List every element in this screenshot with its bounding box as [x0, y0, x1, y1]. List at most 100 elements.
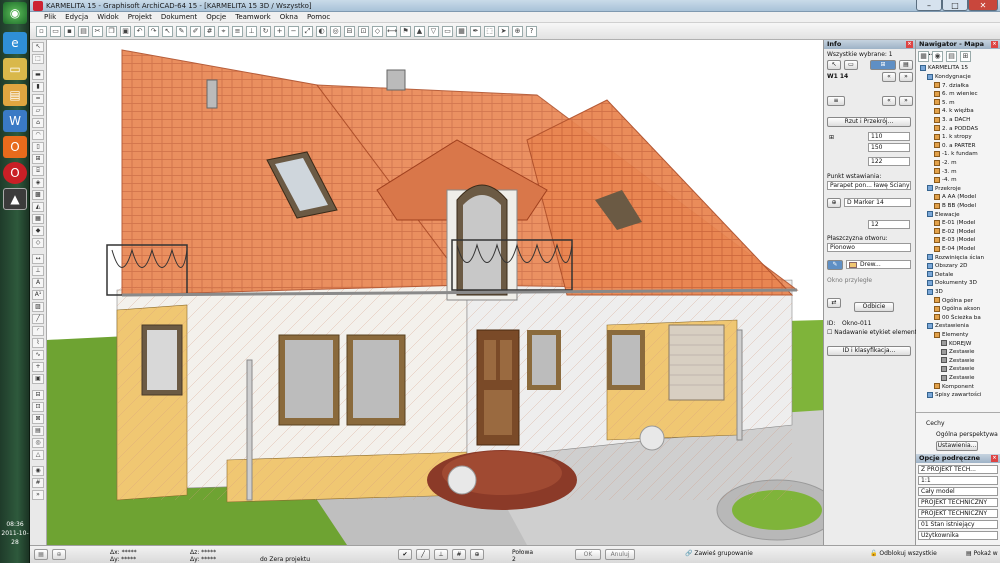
marker-number-field[interactable]: 12: [868, 220, 910, 229]
tree-item[interactable]: Detale: [927, 271, 953, 279]
ie-icon[interactable]: e: [3, 32, 27, 54]
tree-item[interactable]: Elewacje: [927, 211, 960, 219]
id-value[interactable]: Okno-011: [842, 320, 871, 327]
snap-zoom-icon[interactable]: ⊕: [470, 549, 484, 560]
selection-box-icon[interactable]: ▭: [844, 60, 858, 70]
tree-item[interactable]: 5. m: [934, 99, 955, 107]
tree-item[interactable]: 0. a PARTER: [934, 142, 975, 150]
tree-item[interactable]: Ogólna akson: [934, 305, 980, 313]
morph-tool-icon[interactable]: ◆: [32, 226, 44, 236]
ok-button[interactable]: OK: [575, 549, 601, 560]
tree-item[interactable]: Zestawienia: [927, 322, 969, 330]
polyline-tool-icon[interactable]: ⌇: [32, 338, 44, 348]
pen-set-icon[interactable]: ✒: [470, 25, 481, 37]
width-field[interactable]: 110: [868, 132, 910, 141]
tree-item[interactable]: Rozwinięcia ścian: [927, 254, 984, 262]
mirror-icon[interactable]: ⇄: [827, 298, 841, 308]
tree-item[interactable]: A AA (Model: [934, 193, 976, 201]
tree-item[interactable]: E-01 (Model: [934, 219, 975, 227]
guide-icon[interactable]: ⊥: [246, 25, 257, 37]
open-icon[interactable]: ▭: [50, 25, 61, 37]
minimize-button[interactable]: –: [916, 0, 942, 11]
tree-item[interactable]: B BB (Model: [934, 202, 976, 210]
tree-item[interactable]: KOREJW: [941, 340, 971, 348]
tree-item[interactable]: 2. a PODDAS: [934, 125, 978, 133]
publisher-row[interactable]: 01 Stan istniejący: [918, 520, 998, 529]
interior-elev-tool-icon[interactable]: ⊠: [32, 414, 44, 424]
tree-project[interactable]: KARMELITA 15: [920, 64, 968, 72]
navigator-header[interactable]: Nawigator - Mapa pr... ×: [916, 40, 1000, 57]
tree-item[interactable]: -1. k fundam: [934, 150, 978, 158]
snap-grid-icon[interactable]: #: [452, 549, 466, 560]
tree-item[interactable]: -3. m: [934, 168, 957, 176]
new-icon[interactable]: ▫: [36, 25, 47, 37]
3d-viewport[interactable]: [47, 40, 824, 545]
beam-tool-icon[interactable]: ═: [32, 94, 44, 104]
curtain-wall-tool-icon[interactable]: ▦: [32, 214, 44, 224]
level-dim-tool-icon[interactable]: ⊥: [32, 266, 44, 276]
outlook-icon[interactable]: O: [3, 136, 27, 158]
suspend-group-button[interactable]: 🔗 Zawieś grupowanie: [685, 550, 753, 557]
layout-book-icon[interactable]: ▤: [946, 51, 957, 62]
worksheet-tool-icon[interactable]: ▤: [32, 426, 44, 436]
archicad-task-icon[interactable]: ▲: [3, 188, 27, 210]
settings-icon[interactable]: ▤: [899, 60, 913, 70]
menu-okna[interactable]: Okna: [280, 13, 298, 21]
snap-guide-icon[interactable]: ⊥: [434, 549, 448, 560]
publisher-header[interactable]: Opcje podręczne ×: [916, 454, 1000, 463]
layer-icon[interactable]: ≡: [827, 96, 845, 106]
undo-icon[interactable]: ↶: [134, 25, 145, 37]
palette-icon[interactable]: ▦: [456, 25, 467, 37]
pointer-icon[interactable]: ↖: [162, 25, 173, 37]
window-tool-icon[interactable]: ⊞: [32, 154, 44, 164]
paste-icon[interactable]: ▣: [120, 25, 131, 37]
id-classification-button[interactable]: ID i klasyfikacja...: [827, 346, 911, 356]
tree-item[interactable]: Obszary 2D: [927, 262, 968, 270]
menu-dokument[interactable]: Dokument: [161, 13, 197, 21]
figure-tool-icon[interactable]: ▣: [32, 374, 44, 384]
surface-icon[interactable]: ✎: [827, 260, 843, 270]
filter-icon[interactable]: ▽: [428, 25, 439, 37]
explorer-icon[interactable]: ▭: [3, 58, 27, 80]
marker-icon[interactable]: ⊕: [827, 198, 841, 208]
change-tool-icon[interactable]: △: [32, 450, 44, 460]
camera-tool-icon[interactable]: ◉: [32, 466, 44, 476]
maximize-button[interactable]: □: [942, 0, 968, 11]
tree-item[interactable]: Zestawie: [941, 365, 974, 373]
stair-tool-icon[interactable]: ⌸: [32, 166, 44, 176]
publisher-row[interactable]: PROJEKT TECHNICZNY: [918, 498, 998, 507]
tree-item[interactable]: 00 Ścieżka ba: [934, 314, 981, 322]
window-type-button[interactable]: ⊞: [870, 60, 896, 70]
tree-item[interactable]: Dokumenty 3D: [927, 279, 977, 287]
mark-icon[interactable]: ▲: [414, 25, 425, 37]
text-tool-icon[interactable]: A: [32, 278, 44, 288]
dimension-tool-icon[interactable]: ↔: [32, 254, 44, 264]
fit-icon[interactable]: ⤢: [302, 25, 313, 37]
selection-arrow-icon[interactable]: ↖: [827, 60, 841, 70]
menu-teamwork[interactable]: Teamwork: [235, 13, 270, 21]
prev-icon[interactable]: «: [882, 72, 896, 82]
arc-tool-icon[interactable]: ◜: [32, 326, 44, 336]
start-button[interactable]: ◉: [3, 2, 27, 24]
close-button[interactable]: ✕: [968, 0, 998, 11]
tree-item[interactable]: Ogólna per: [934, 297, 973, 305]
tree-item[interactable]: Komponent: [934, 383, 974, 391]
tree-item[interactable]: Spisy zawartości: [927, 391, 982, 399]
wall-tool-icon[interactable]: ▬: [32, 70, 44, 80]
plan-section-button[interactable]: Rzut i Przekrój...: [827, 117, 911, 127]
camera-icon[interactable]: ◎: [330, 25, 341, 37]
arrow-tool-icon[interactable]: ↖: [32, 42, 44, 52]
help-icon[interactable]: ?: [526, 25, 537, 37]
tree-item[interactable]: Zestawie: [941, 374, 974, 382]
grid-icon[interactable]: #: [204, 25, 215, 37]
layer-icon[interactable]: ≡: [232, 25, 243, 37]
object-tool-icon[interactable]: ◈: [32, 178, 44, 188]
elevation-tool-icon[interactable]: ⊡: [32, 402, 44, 412]
save-icon[interactable]: ▪: [64, 25, 75, 37]
fill-tool-icon[interactable]: ▨: [32, 302, 44, 312]
folder-icon[interactable]: ▤: [3, 84, 27, 106]
section-icon[interactable]: ⊟: [344, 25, 355, 37]
tree-item[interactable]: Elementy: [934, 331, 968, 339]
tree-item[interactable]: 3. a DACH: [934, 116, 970, 124]
explore-icon[interactable]: ⊕: [512, 25, 523, 37]
